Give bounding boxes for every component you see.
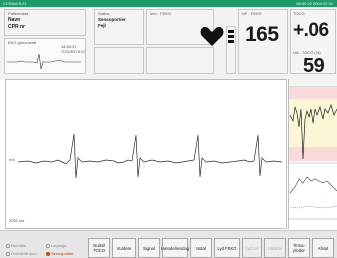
status-line2: Fejl [98, 23, 106, 28]
title-bar: CCRAM 5.21 08:40 22 2004 02 52 [0, 0, 337, 7]
control-bar: Normale Lagrings Overskrift ikon Sensopo… [0, 230, 337, 258]
radio-lagrings[interactable]: Lagrings [46, 243, 66, 249]
hr-fekg-value: 165 [245, 23, 279, 46]
status-box[interactable]: Status Sensoportier Fejl [94, 9, 144, 45]
radio-normale-label: Normale [11, 243, 27, 248]
info-fekg-label: Info - FEKG [150, 11, 172, 16]
radio-dot-icon [46, 243, 50, 248]
radio-overskrift[interactable]: Overskrift ikon [6, 251, 37, 257]
top-panel: Patientdata Navn CPR nr EKG genomsnit 18… [0, 7, 337, 79]
vurdere-label: Vurdere [116, 245, 132, 251]
tema-plotter-button[interactable]: Tema-plotter [288, 238, 310, 258]
radio-normale[interactable]: Normale [6, 243, 26, 249]
toco-label: TOCO [293, 11, 305, 16]
ecg-axis-label: mS [9, 157, 15, 162]
patient-name: Navn [8, 17, 21, 23]
ecg-time-scale: 2000 ms [9, 218, 25, 223]
hr-fekg-box[interactable]: HF - FEKG 165 [238, 9, 288, 74]
signal-strength-icon [226, 26, 236, 74]
vurdere-button[interactable]: Vurdere [112, 238, 136, 258]
ecg-waveform [18, 133, 282, 179]
app-title: CCRAM 5.21 [3, 1, 27, 6]
reset-toco-label: Nulstil TOCO [92, 243, 106, 253]
exit-button[interactable]: Afslut [312, 238, 334, 258]
tema-plotter-label: Tema-plotter [293, 243, 305, 253]
radio-dot-icon [46, 251, 50, 256]
patient-cpr: CPR nr [8, 24, 25, 30]
radio-sensoportier-label: Sensoportier [51, 251, 74, 256]
ekg-average-waveform [7, 53, 81, 70]
status-label: Status [98, 11, 110, 16]
sound-ua-button[interactable]: Lyd UA [242, 238, 262, 258]
radio-dot-icon [6, 251, 10, 256]
event-label: Hændelsesdag [160, 245, 190, 251]
signal-button[interactable]: Signal [138, 238, 160, 258]
ekg-average-label: EKG genomsnit [8, 40, 37, 45]
ecg-main-plot[interactable]: mS 2000 ms [5, 79, 287, 229]
radio-overskrift-label: Overskrift ikon [11, 251, 37, 256]
ekg-average-box: EKG genomsnit 18:34:37 TOG/RO 6.07 [4, 38, 86, 74]
reset-toco-button[interactable]: Nulstil TOCO [88, 238, 110, 258]
trend-strip[interactable] [288, 79, 337, 229]
notat-button[interactable]: Notat [190, 238, 212, 258]
status-lower-box [94, 47, 144, 74]
patient-box[interactable]: Patientdata Navn CPR nr [4, 9, 86, 36]
print-button[interactable]: Udskriv [264, 238, 286, 258]
clock: 08:40 22 2004 02 52 [296, 1, 333, 6]
trend-lines [289, 103, 337, 220]
signal-label: Signal [143, 245, 155, 251]
exit-label: Afslut [317, 245, 329, 251]
notat-label: Notat [195, 245, 206, 251]
radio-lagrings-label: Lagrings [51, 243, 67, 248]
radio-sensoportier[interactable]: Sensoportier [46, 251, 74, 257]
sound-fekg-button[interactable]: Lyd FEKG [214, 238, 240, 258]
sound-ua-label: Lyd UA [245, 245, 259, 251]
heart-icon [200, 25, 224, 52]
print-label: Udskriv [268, 245, 282, 251]
toco-box[interactable]: TOCO +.06 UA - TOCO (%) 59 [290, 9, 336, 77]
toco-value: +.06 [293, 20, 329, 41]
radio-dot-icon [6, 243, 10, 248]
sound-fekg-label: Lyd FEKG [217, 245, 237, 251]
ua-toco-value: 59 [303, 55, 325, 77]
patient-label: Patientdata [8, 11, 29, 16]
hr-fekg-label: HF - FEKG [242, 11, 262, 16]
event-button[interactable]: Hændelsesdag [160, 238, 190, 258]
